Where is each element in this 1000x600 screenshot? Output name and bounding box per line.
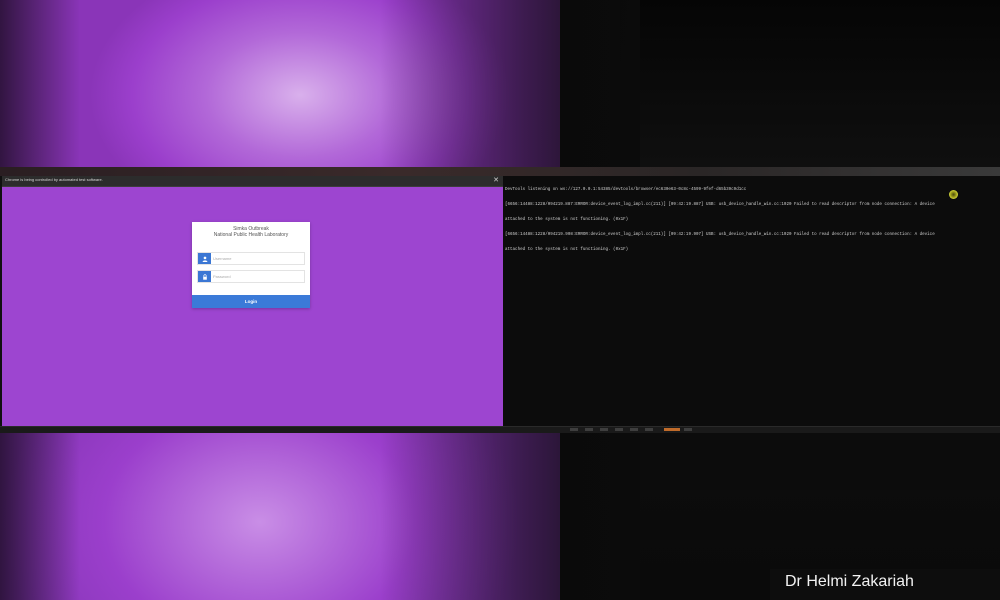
taskbar-app-icon[interactable] bbox=[630, 428, 638, 431]
taskbar-app-icon[interactable] bbox=[684, 428, 692, 431]
screen-top-band bbox=[0, 167, 1000, 176]
infobar-text: Chrome is being controlled by automated … bbox=[5, 177, 103, 182]
taskbar-app-icon[interactable] bbox=[585, 428, 593, 431]
console-window: DevTools listening on ws://127.0.0.1:543… bbox=[503, 176, 1000, 430]
cursor-highlight-icon bbox=[949, 190, 958, 199]
user-icon bbox=[198, 253, 211, 264]
console-line: [6656:14488:1228/094219.908:ERROR:device… bbox=[505, 233, 935, 237]
console-line: [6656:14488:1228/094219.887:ERROR:device… bbox=[505, 203, 935, 207]
credit-text: Dr Helmi Zakariah bbox=[785, 573, 914, 590]
taskbar-app-icon[interactable] bbox=[600, 428, 608, 431]
taskbar-app-icon[interactable] bbox=[570, 428, 578, 431]
username-input[interactable] bbox=[213, 253, 303, 264]
login-card: Simka Outbreak National Public Health La… bbox=[192, 222, 310, 308]
automation-infobar: Chrome is being controlled by automated … bbox=[2, 176, 503, 187]
username-field[interactable] bbox=[197, 252, 305, 265]
browser-window: Chrome is being controlled by automated … bbox=[2, 176, 503, 430]
login-subtitle: National Public Health Laboratory bbox=[213, 232, 289, 238]
login-button[interactable]: Login bbox=[192, 295, 310, 308]
taskbar bbox=[0, 426, 1000, 433]
console-line: attached to the system is not functionin… bbox=[505, 218, 629, 222]
screenshot-strip: Chrome is being controlled by automated … bbox=[0, 167, 1000, 432]
close-icon[interactable]: ✕ bbox=[493, 176, 499, 186]
taskbar-app-icon[interactable] bbox=[615, 428, 623, 431]
lock-icon bbox=[198, 271, 211, 282]
password-input[interactable] bbox=[213, 271, 303, 282]
console-line: attached to the system is not functionin… bbox=[505, 248, 629, 252]
console-line: DevTools listening on ws://127.0.0.1:543… bbox=[505, 188, 747, 192]
password-field[interactable] bbox=[197, 270, 305, 283]
console-output: DevTools listening on ws://127.0.0.1:543… bbox=[505, 178, 998, 263]
taskbar-app-icon[interactable] bbox=[645, 428, 653, 431]
photo-credit: Dr Helmi Zakariah bbox=[770, 569, 1000, 600]
taskbar-active-app-icon[interactable] bbox=[664, 428, 680, 431]
page-viewport: Simka Outbreak National Public Health La… bbox=[2, 187, 503, 430]
